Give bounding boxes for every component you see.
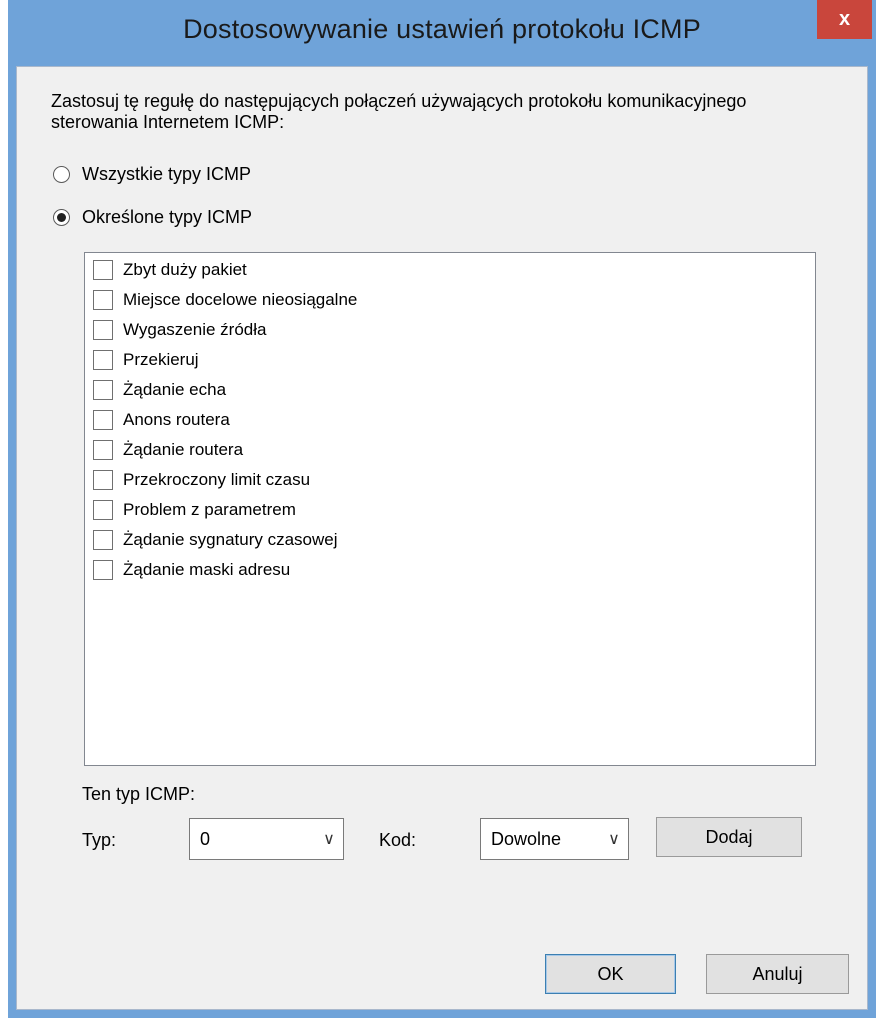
checkbox[interactable] bbox=[93, 380, 113, 400]
radio-all-label: Wszystkie typy ICMP bbox=[82, 164, 252, 184]
checkbox[interactable] bbox=[93, 320, 113, 340]
checkbox[interactable] bbox=[93, 500, 113, 520]
list-item[interactable]: Przekroczony limit czasu bbox=[93, 467, 310, 493]
checkbox[interactable] bbox=[93, 260, 113, 280]
radio-all-icon[interactable] bbox=[53, 166, 70, 183]
code-label: Kod: bbox=[379, 830, 417, 850]
list-item-label: Wygaszenie źródła bbox=[123, 320, 267, 339]
close-button[interactable]: x bbox=[817, 0, 872, 39]
chevron-down-icon[interactable]: ∨ bbox=[600, 829, 628, 849]
cancel-button-label: Anuluj bbox=[752, 963, 803, 984]
title-bar[interactable]: Dostosowywanie ustawień protokołu ICMP x bbox=[8, 0, 876, 66]
ok-button[interactable]: OK bbox=[545, 954, 676, 994]
checkbox[interactable] bbox=[93, 440, 113, 460]
list-item-label: Miejsce docelowe nieosiągalne bbox=[123, 290, 358, 309]
checkbox[interactable] bbox=[93, 560, 113, 580]
checkbox[interactable] bbox=[93, 410, 113, 430]
add-button[interactable]: Dodaj bbox=[656, 817, 802, 857]
radio-all-types[interactable]: Wszystkie typy ICMP bbox=[53, 164, 251, 185]
list-item[interactable]: Zbyt duży pakiet bbox=[93, 257, 247, 283]
radio-specific-label: Określone typy ICMP bbox=[82, 207, 253, 227]
list-item-label: Żądanie echa bbox=[123, 380, 227, 399]
checkbox[interactable] bbox=[93, 470, 113, 490]
code-select-value: Dowolne bbox=[491, 828, 562, 849]
type-label: Typ: bbox=[82, 830, 117, 850]
list-item-label: Żądanie routera bbox=[123, 440, 244, 459]
custom-type-section-label: Ten typ ICMP: bbox=[82, 784, 196, 804]
intro-text: Zastosuj tę regułę do następujących połą… bbox=[51, 91, 747, 132]
list-item[interactable]: Anons routera bbox=[93, 407, 230, 433]
list-item-label: Zbyt duży pakiet bbox=[123, 260, 247, 279]
dialog-window: Dostosowywanie ustawień protokołu ICMP x… bbox=[8, 0, 876, 1018]
list-item[interactable]: Przekieruj bbox=[93, 347, 199, 373]
list-item[interactable]: Żądanie sygnatury czasowej bbox=[93, 527, 338, 553]
ok-button-label: OK bbox=[597, 963, 624, 984]
code-select[interactable]: Dowolne ∨ bbox=[480, 818, 629, 860]
dialog-content: Zastosuj tę regułę do następujących połą… bbox=[16, 66, 868, 1010]
list-item-label: Problem z parametrem bbox=[123, 500, 296, 519]
type-select-value: 0 bbox=[200, 828, 211, 849]
checkbox[interactable] bbox=[93, 530, 113, 550]
close-icon: x bbox=[838, 8, 851, 30]
list-item[interactable]: Problem z parametrem bbox=[93, 497, 296, 523]
list-item-label: Żądanie sygnatury czasowej bbox=[123, 530, 338, 549]
list-item-label: Przekieruj bbox=[123, 350, 199, 369]
checkbox[interactable] bbox=[93, 290, 113, 310]
chevron-down-icon[interactable]: ∨ bbox=[315, 829, 343, 849]
add-button-label: Dodaj bbox=[705, 826, 753, 847]
cancel-button[interactable]: Anuluj bbox=[706, 954, 849, 994]
radio-specific-icon[interactable] bbox=[53, 209, 70, 226]
checkbox[interactable] bbox=[93, 350, 113, 370]
radio-specific-types[interactable]: Określone typy ICMP bbox=[53, 207, 252, 228]
list-item-label: Przekroczony limit czasu bbox=[123, 470, 311, 489]
list-item[interactable]: Miejsce docelowe nieosiągalne bbox=[93, 287, 357, 313]
list-item[interactable]: Żądanie maski adresu bbox=[93, 557, 290, 583]
list-item-label: Anons routera bbox=[123, 410, 230, 429]
list-item[interactable]: Wygaszenie źródła bbox=[93, 317, 266, 343]
list-item[interactable]: Żądanie echa bbox=[93, 377, 226, 403]
type-select[interactable]: 0 ∨ bbox=[189, 818, 344, 860]
dialog-title: Dostosowywanie ustawień protokołu ICMP bbox=[183, 14, 701, 44]
icmp-types-list[interactable]: Zbyt duży pakiet Miejsce docelowe nieosi… bbox=[84, 252, 816, 766]
list-item-label: Żądanie maski adresu bbox=[123, 560, 291, 579]
list-item[interactable]: Żądanie routera bbox=[93, 437, 243, 463]
